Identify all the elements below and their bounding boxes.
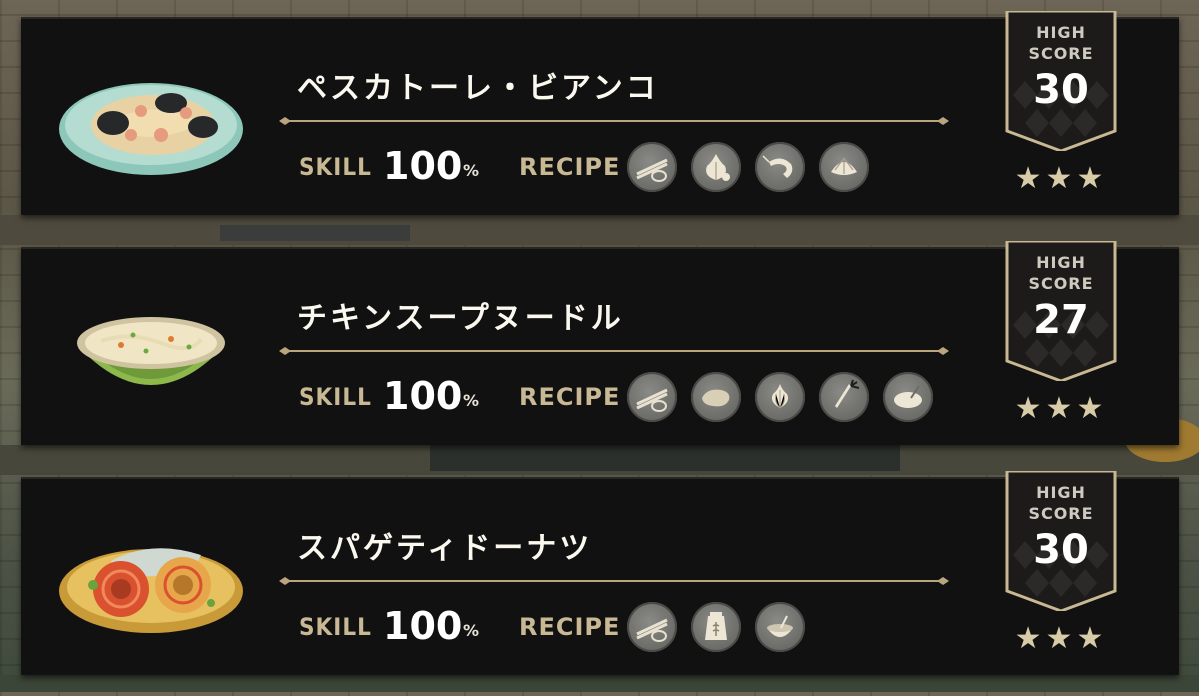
skill-value: 100 [383, 604, 463, 648]
garlic-icon[interactable] [691, 142, 741, 192]
divider-line [279, 345, 949, 357]
clam-icon[interactable] [819, 142, 869, 192]
skill-value: 100 [383, 144, 463, 188]
divider-line [279, 115, 949, 127]
high-label: HIGH [1036, 253, 1086, 272]
recipe-label: RECIPE [519, 613, 621, 641]
star-rating: ★★★ [1014, 391, 1108, 426]
pasta-icon[interactable] [627, 602, 677, 652]
ingredient-list [627, 602, 805, 652]
dish-title: チキンスープヌードル [297, 301, 624, 336]
skill-label: SKILL [299, 153, 372, 181]
ingredient-list [627, 372, 933, 422]
recipe-card-spaghetti-donut[interactable]: スパゲティドーナツ SKILL 100 % RECIPE HIGH SCORE … [21, 471, 1179, 675]
dish-image-pescatore [51, 65, 251, 185]
recipe-label: RECIPE [519, 153, 621, 181]
chicken-icon[interactable] [691, 372, 741, 422]
dish-image-spaghetti-donut [51, 525, 251, 645]
flour-bag-icon[interactable] [691, 602, 741, 652]
bowl-icon[interactable] [755, 602, 805, 652]
dish-title: ペスカトーレ・ビアンコ [297, 71, 659, 106]
high-score-value: 30 [1033, 527, 1089, 573]
onion-icon[interactable] [755, 372, 805, 422]
ingredient-list [627, 142, 869, 192]
recipe-card-chicken-soup[interactable]: チキンスープヌードル SKILL 100 % RECIPE HIGH SCORE… [21, 241, 1179, 445]
score-label: SCORE [1028, 274, 1094, 293]
high-label: HIGH [1036, 23, 1086, 42]
high-score-value: 27 [1033, 297, 1089, 343]
score-label: SCORE [1028, 44, 1094, 63]
recipe-label: RECIPE [519, 383, 621, 411]
pasta-icon[interactable] [627, 372, 677, 422]
skill-label: SKILL [299, 613, 372, 641]
recipe-card-pescatore[interactable]: ペスカトーレ・ビアンコ SKILL 100 % RECIPE HIGH SCOR… [21, 11, 1179, 215]
shrimp-icon[interactable] [755, 142, 805, 192]
dish-image-chicken-soup [51, 295, 251, 415]
percent-sign: % [463, 391, 480, 410]
score-label: SCORE [1028, 504, 1094, 523]
broth-icon[interactable] [883, 372, 933, 422]
dish-title: スパゲティドーナツ [297, 531, 593, 566]
high-score-badge: HIGH SCORE 30 [1005, 11, 1117, 151]
star-rating: ★★★ [1014, 621, 1108, 656]
carrot-icon[interactable] [819, 372, 869, 422]
high-label: HIGH [1036, 483, 1086, 502]
high-score-value: 30 [1033, 67, 1089, 113]
pasta-icon[interactable] [627, 142, 677, 192]
divider-line [279, 575, 949, 587]
high-score-badge: HIGH SCORE 27 [1005, 241, 1117, 381]
percent-sign: % [463, 621, 480, 640]
percent-sign: % [463, 161, 480, 180]
star-rating: ★★★ [1014, 161, 1108, 196]
skill-label: SKILL [299, 383, 372, 411]
high-score-badge: HIGH SCORE 30 [1005, 471, 1117, 611]
skill-value: 100 [383, 374, 463, 418]
